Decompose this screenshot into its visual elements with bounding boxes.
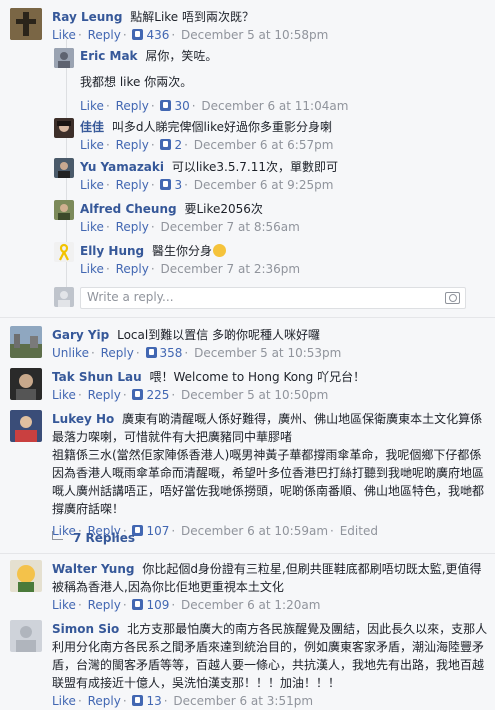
comment-actions: Like · Reply · 30 · December 6 at 11:04am bbox=[80, 99, 349, 113]
timestamp[interactable]: December 5 at 10:53pm bbox=[194, 346, 341, 360]
commenter-name[interactable]: Walter Yung bbox=[52, 562, 134, 576]
reply-arrow-icon bbox=[52, 531, 63, 540]
comment-actions: Like · Reply · December 7 at 2:36pm bbox=[80, 262, 301, 276]
reply-link[interactable]: Reply bbox=[116, 99, 149, 113]
reply-link[interactable]: Reply bbox=[116, 262, 149, 276]
comment-text: 喂！Welcome to Hong Kong 吖兄台！ bbox=[149, 370, 366, 384]
reply-link[interactable]: Reply bbox=[88, 388, 121, 402]
thumbs-up-icon bbox=[132, 389, 144, 400]
avatar[interactable] bbox=[10, 560, 42, 592]
thumbs-up-icon bbox=[132, 599, 144, 610]
yellow-ribbon-icon bbox=[54, 242, 74, 262]
divider bbox=[0, 317, 495, 318]
avatar[interactable] bbox=[54, 48, 74, 68]
comment-text: 叫多d人睇完俾個like好過你多重影分身喇 bbox=[111, 120, 333, 134]
avatar[interactable] bbox=[10, 620, 42, 652]
comment-text-para-2: 祖籍係三水(當然佢家陣係香港人)嘅男神黃子華都撐雨傘革命，我呢個鄉下仔都係因為香… bbox=[52, 448, 485, 516]
thumbs-up-icon bbox=[145, 347, 157, 358]
like-count[interactable]: 358 bbox=[145, 346, 182, 360]
grinning-emoji-icon bbox=[213, 244, 226, 257]
reply-input[interactable]: Write a reply... bbox=[80, 287, 466, 309]
timestamp[interactable]: December 6 at 11:04am bbox=[201, 99, 348, 113]
reply-link[interactable]: Reply bbox=[88, 28, 121, 42]
comment-actions: Like · Reply · 225 · December 5 at 10:50pm bbox=[52, 388, 329, 402]
like-link[interactable]: Like bbox=[80, 262, 104, 276]
like-link[interactable]: Like bbox=[52, 598, 76, 612]
like-link[interactable]: Like bbox=[80, 99, 104, 113]
comment-actions: Like · Reply · 109 · December 6 at 1:20am bbox=[52, 598, 321, 612]
commenter-name[interactable]: Alfred Cheung bbox=[80, 202, 177, 216]
comment-text: 要Like2056次 bbox=[184, 202, 263, 216]
thumbs-up-icon bbox=[160, 100, 172, 111]
avatar bbox=[54, 287, 74, 307]
like-link[interactable]: Like bbox=[80, 138, 104, 152]
timestamp[interactable]: December 5 at 10:58pm bbox=[181, 28, 328, 42]
avatar[interactable] bbox=[54, 242, 74, 262]
avatar[interactable] bbox=[10, 410, 42, 442]
comment-actions: Like · Reply · 13 · December 6 at 3:51pm bbox=[52, 694, 314, 708]
comment-text: Local到難以置信 多啲你呢種人咪好囉 bbox=[117, 328, 321, 342]
reply-link[interactable]: Reply bbox=[116, 138, 149, 152]
reply-placeholder: Write a reply... bbox=[87, 290, 174, 304]
unlike-link[interactable]: Unlike bbox=[52, 346, 89, 360]
reply-link[interactable]: Reply bbox=[116, 220, 149, 234]
timestamp[interactable]: December 5 at 10:50pm bbox=[181, 388, 328, 402]
like-count[interactable]: 225 bbox=[132, 388, 169, 402]
like-link[interactable]: Like bbox=[80, 178, 104, 192]
reply-link[interactable]: Reply bbox=[88, 598, 121, 612]
avatar[interactable] bbox=[10, 326, 42, 358]
thumbs-up-icon bbox=[132, 29, 144, 40]
thumbs-up-icon bbox=[160, 139, 172, 150]
commenter-name[interactable]: Simon Sio bbox=[52, 622, 119, 636]
comment-actions: Like · Reply · 436 · December 5 at 10:58pm bbox=[52, 28, 329, 42]
avatar[interactable] bbox=[54, 118, 74, 138]
timestamp[interactable]: December 7 at 8:56am bbox=[160, 220, 299, 234]
like-count[interactable]: 3 bbox=[160, 178, 182, 192]
edited-label[interactable]: Edited bbox=[340, 524, 378, 538]
reply-link[interactable]: Reply bbox=[101, 346, 134, 360]
timestamp[interactable]: December 7 at 2:36pm bbox=[160, 262, 300, 276]
comment-actions: Like · Reply · 3 · December 6 at 9:25pm bbox=[80, 178, 334, 192]
timestamp[interactable]: December 6 at 9:25pm bbox=[194, 178, 334, 192]
thumbs-up-icon bbox=[160, 179, 172, 190]
timestamp[interactable]: December 6 at 1:20am bbox=[181, 598, 320, 612]
commenter-name[interactable]: Lukey Ho bbox=[52, 412, 114, 426]
reply-link[interactable]: Reply bbox=[116, 178, 149, 192]
like-count[interactable]: 107 bbox=[132, 524, 169, 538]
commenter-name[interactable]: Tak Shun Lau bbox=[52, 370, 142, 384]
thumbs-up-icon bbox=[132, 695, 144, 706]
commenter-name[interactable]: Ray Leung bbox=[52, 10, 122, 24]
comment-text: 可以like3.5.7.11次，單數即可 bbox=[171, 160, 339, 174]
like-count[interactable]: 30 bbox=[160, 99, 190, 113]
like-link[interactable]: Like bbox=[52, 388, 76, 402]
comment-text-line-2: 我都想 like 你兩次。 bbox=[80, 75, 193, 89]
commenter-name[interactable]: Eric Mak bbox=[80, 49, 138, 63]
comment-text: 廣東有啲清醒嘅人係好難得，廣州、佛山地區保衛廣東本土文化算係最落力㗎喇，可惜就件… bbox=[52, 412, 483, 444]
commenter-name[interactable]: Gary Yip bbox=[52, 328, 109, 342]
commenter-name[interactable]: Elly Hung bbox=[80, 244, 144, 258]
like-count[interactable]: 109 bbox=[132, 598, 169, 612]
comment-text: 醫生你分身 bbox=[151, 244, 212, 258]
comment-text: 屌你，笑咗。 bbox=[145, 49, 218, 63]
timestamp[interactable]: December 6 at 6:57pm bbox=[194, 138, 334, 152]
avatar[interactable] bbox=[10, 8, 42, 40]
commenter-name[interactable]: 佳佳 bbox=[80, 120, 104, 134]
like-link[interactable]: Like bbox=[80, 220, 104, 234]
avatar[interactable] bbox=[54, 200, 74, 220]
commenter-name[interactable]: Yu Yamazaki bbox=[80, 160, 164, 174]
timestamp[interactable]: December 6 at 10:59am bbox=[181, 524, 328, 538]
comment-actions: Like · Reply · December 7 at 8:56am bbox=[80, 220, 300, 234]
camera-icon[interactable] bbox=[445, 292, 460, 304]
view-replies-link[interactable]: 7 Replies bbox=[52, 531, 135, 545]
avatar[interactable] bbox=[54, 158, 74, 178]
like-count[interactable]: 2 bbox=[160, 138, 182, 152]
like-count[interactable]: 436 bbox=[132, 28, 169, 42]
divider bbox=[0, 553, 495, 554]
comment-text: 點解Like 唔到兩次既？ bbox=[130, 10, 255, 24]
like-link[interactable]: Like bbox=[52, 28, 76, 42]
comment-actions: Like · Reply · 2 · December 6 at 6:57pm bbox=[80, 138, 334, 152]
avatar[interactable] bbox=[10, 368, 42, 400]
comment-actions: Unlike · Reply · 358 · December 5 at 10:53p… bbox=[52, 346, 342, 360]
